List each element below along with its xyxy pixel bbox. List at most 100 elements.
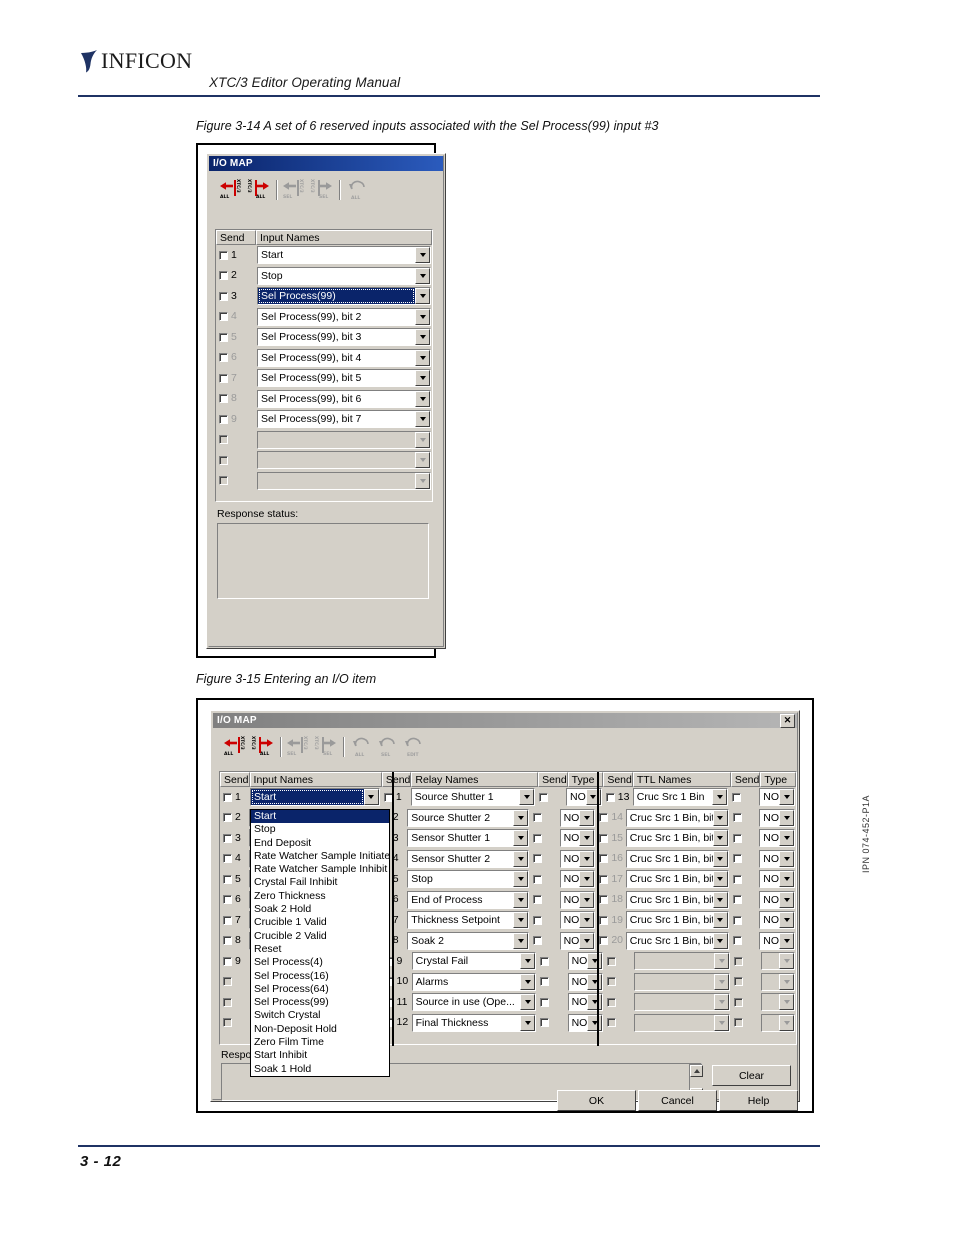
scroll-up-icon[interactable] <box>690 1065 703 1077</box>
combobox[interactable]: NO <box>559 911 596 930</box>
chevron-down-icon[interactable] <box>712 789 728 806</box>
chevron-down-icon[interactable] <box>520 953 536 970</box>
chevron-down-icon[interactable] <box>712 850 728 867</box>
send-checkbox[interactable] <box>607 956 617 966</box>
send-checkbox[interactable] <box>219 435 228 445</box>
send-checkbox[interactable] <box>223 813 232 823</box>
send-checkbox[interactable] <box>219 312 228 322</box>
combobox[interactable]: NO <box>759 808 796 827</box>
dropdown-option[interactable]: Crucible 1 Valid <box>251 916 389 929</box>
chevron-down-icon[interactable] <box>712 912 728 929</box>
chevron-down-icon[interactable] <box>579 912 595 929</box>
dropdown-option[interactable]: Sel Process(4) <box>251 956 389 969</box>
send-checkbox[interactable] <box>219 291 228 301</box>
send-checkbox[interactable] <box>533 874 543 884</box>
combobox[interactable]: Sel Process(99), bit 4 <box>257 348 431 367</box>
combobox[interactable] <box>634 952 731 971</box>
send-checkbox[interactable] <box>732 833 742 843</box>
chevron-down-icon[interactable] <box>520 994 536 1011</box>
combobox[interactable]: Thickness Setpoint <box>407 911 530 930</box>
send-checkbox[interactable] <box>219 353 228 363</box>
chevron-down-icon[interactable] <box>779 973 795 990</box>
cancel-button[interactable]: Cancel <box>638 1090 717 1111</box>
chevron-down-icon[interactable] <box>779 789 794 806</box>
dropdown-option[interactable]: Zero Film Time <box>251 1036 389 1049</box>
send-checkbox[interactable] <box>219 271 228 281</box>
send-checkbox[interactable] <box>223 956 232 966</box>
chevron-down-icon[interactable] <box>415 411 430 428</box>
undo-edit-button[interactable]: EDIT <box>401 734 427 760</box>
send-checkbox[interactable] <box>607 997 617 1007</box>
send-checkbox[interactable] <box>219 476 228 486</box>
combobox[interactable]: Cruc Src 1 Bin, bit 4 <box>625 849 729 868</box>
get-sel-from-xtc3-button[interactable]: XTC/3 SEL <box>312 734 338 760</box>
chevron-down-icon[interactable] <box>587 973 603 990</box>
chevron-down-icon[interactable] <box>579 871 595 888</box>
send-all-to-xtc3-button[interactable]: XTC/3 ALL <box>223 734 249 760</box>
chevron-down-icon[interactable] <box>513 932 529 949</box>
chevron-down-icon[interactable] <box>779 953 795 970</box>
send-checkbox[interactable] <box>533 936 543 946</box>
combobox[interactable] <box>761 972 796 991</box>
chevron-down-icon[interactable] <box>712 871 728 888</box>
get-all-from-xtc3-button[interactable]: XTC/3 ALL <box>245 177 271 203</box>
send-checkbox[interactable] <box>599 833 609 843</box>
send-checkbox[interactable] <box>533 833 543 843</box>
send-checkbox[interactable] <box>734 1018 744 1028</box>
combobox[interactable] <box>761 952 796 971</box>
undo-sel-button[interactable]: SEL <box>375 734 401 760</box>
send-checkbox[interactable] <box>219 332 228 342</box>
combobox[interactable] <box>257 471 431 490</box>
combobox[interactable]: NO <box>759 870 796 889</box>
combobox[interactable]: Start <box>249 788 380 807</box>
send-checkbox[interactable] <box>219 373 228 383</box>
clear-button[interactable]: Clear <box>712 1065 791 1086</box>
send-checkbox[interactable] <box>540 956 550 966</box>
chevron-down-icon[interactable] <box>779 809 795 826</box>
chevron-down-icon[interactable] <box>513 850 529 867</box>
combobox[interactable]: NO <box>559 849 596 868</box>
chevron-down-icon[interactable] <box>415 452 430 469</box>
chevron-down-icon[interactable] <box>513 809 529 826</box>
send-checkbox[interactable] <box>732 915 742 925</box>
chevron-down-icon[interactable] <box>415 288 430 305</box>
send-checkbox[interactable] <box>219 250 228 260</box>
combobox[interactable] <box>634 1013 731 1032</box>
combobox[interactable]: NO <box>559 829 596 848</box>
send-checkbox[interactable] <box>219 414 228 424</box>
send-checkbox[interactable] <box>533 854 543 864</box>
dropdown-option[interactable]: Crystal Fail Inhibit <box>251 876 389 889</box>
combobox[interactable]: Final Thickness <box>411 1013 537 1032</box>
send-checkbox[interactable] <box>605 792 615 802</box>
chevron-down-icon[interactable] <box>415 308 430 325</box>
send-checkbox[interactable] <box>732 895 742 905</box>
chevron-down-icon[interactable] <box>587 953 603 970</box>
dropdown-option[interactable]: Zero Thickness <box>251 890 389 903</box>
dropdown-option[interactable]: Crucible 2 Valid <box>251 930 389 943</box>
send-checkbox[interactable] <box>223 936 232 946</box>
dropdown-option[interactable]: Start Inhibit <box>251 1049 389 1062</box>
send-checkbox[interactable] <box>223 895 232 905</box>
response-status-box-1[interactable] <box>217 523 429 599</box>
send-checkbox[interactable] <box>732 936 742 946</box>
chevron-down-icon[interactable] <box>513 891 529 908</box>
dropdown-option[interactable]: Reset <box>251 943 389 956</box>
send-checkbox[interactable] <box>223 854 232 864</box>
combobox[interactable] <box>634 972 731 991</box>
chevron-down-icon[interactable] <box>712 932 728 949</box>
close-icon[interactable]: ✕ <box>780 713 795 728</box>
dropdown-option[interactable]: Rate Watcher Sample Inhibit <box>251 863 389 876</box>
combobox[interactable]: Sel Process(99), bit 3 <box>257 328 431 347</box>
send-checkbox[interactable] <box>734 956 744 966</box>
combobox[interactable]: NO <box>759 931 796 950</box>
send-checkbox[interactable] <box>599 874 609 884</box>
dropdown-option[interactable]: End Deposit <box>251 837 389 850</box>
send-checkbox[interactable] <box>607 1018 617 1028</box>
combobox[interactable] <box>257 430 431 449</box>
chevron-down-icon[interactable] <box>415 329 430 346</box>
chevron-down-icon[interactable] <box>415 390 430 407</box>
send-checkbox[interactable] <box>734 997 744 1007</box>
send-sel-to-xtc3-button[interactable]: XTC/3 SEL <box>282 177 308 203</box>
combobox[interactable]: Alarms <box>411 972 537 991</box>
send-checkbox[interactable] <box>223 874 232 884</box>
